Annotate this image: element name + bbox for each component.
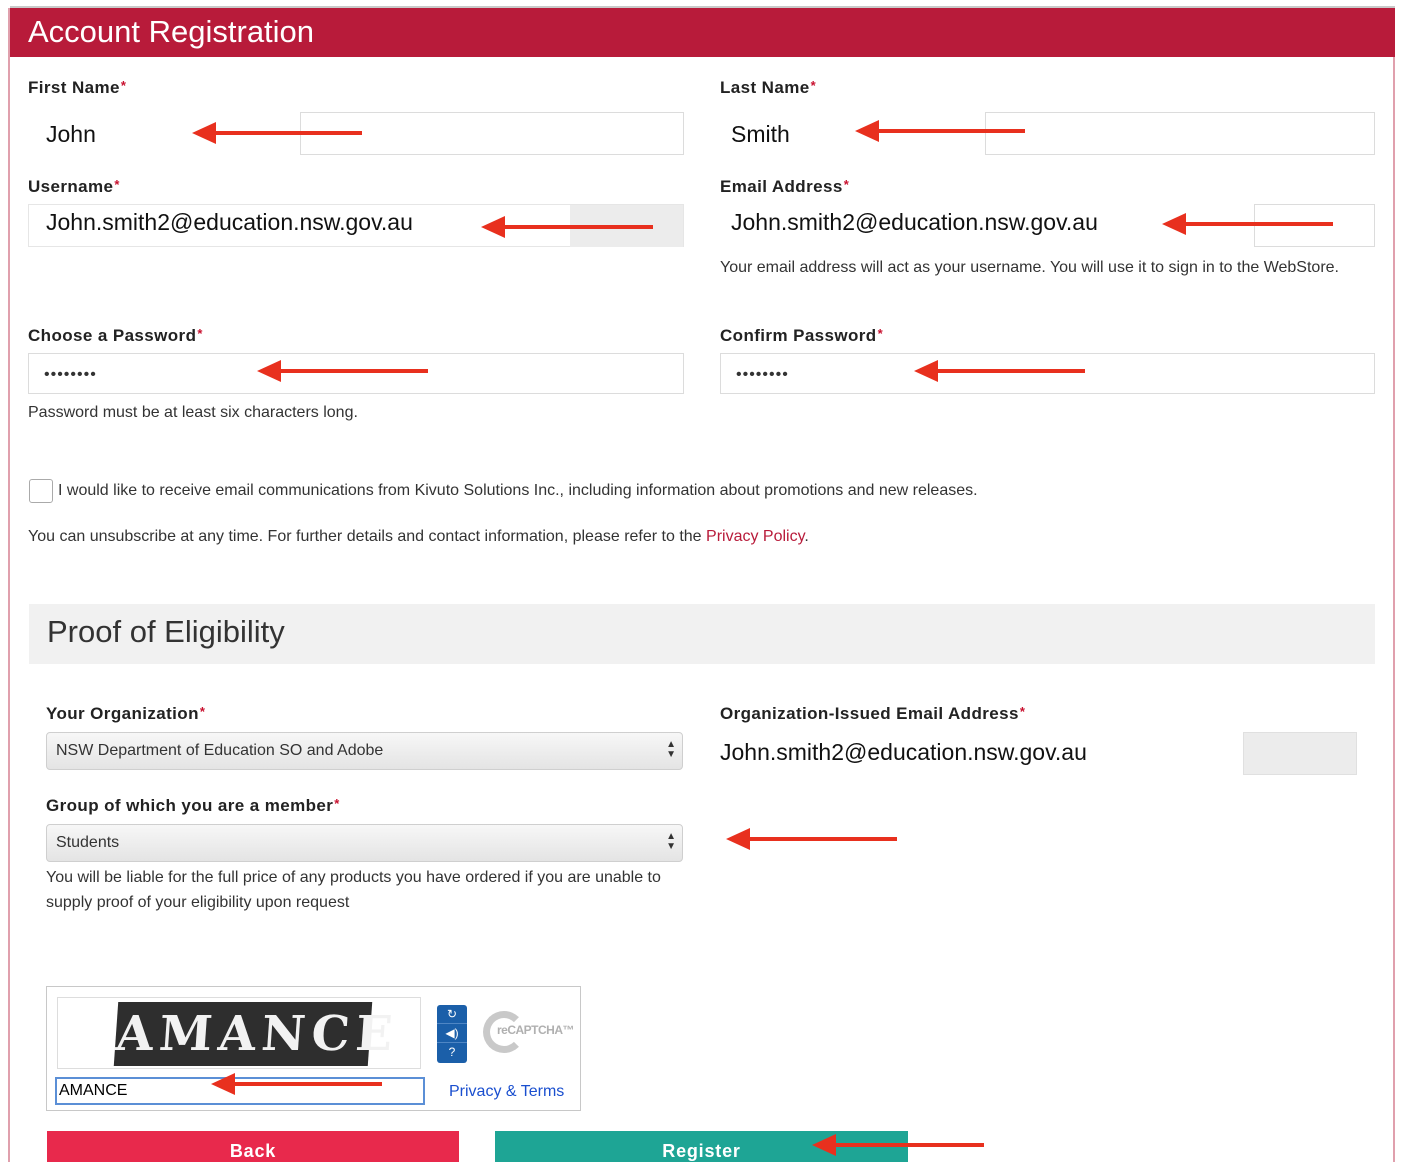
annotation-arrow <box>726 827 897 851</box>
email-input[interactable]: John.smith2@education.nsw.gov.au <box>731 209 1098 236</box>
annotation-arrow <box>257 359 428 383</box>
annotation-arrow <box>192 121 362 145</box>
annotation-arrow <box>812 1133 984 1157</box>
group-select[interactable]: Students ▲ ▼ <box>46 824 683 862</box>
group-label: Group of which you are a member* <box>46 796 340 815</box>
required-marker: * <box>197 326 203 341</box>
required-marker: * <box>1019 704 1026 719</box>
first-name-label: First Name* <box>28 78 127 97</box>
captcha-privacy-terms-link[interactable]: Privacy & Terms <box>449 1083 564 1101</box>
organization-select[interactable]: NSW Department of Education SO and Adobe… <box>46 732 683 770</box>
annotation-arrow <box>1162 212 1333 236</box>
required-marker: * <box>877 326 884 341</box>
required-marker: * <box>199 704 206 719</box>
org-email-readonly-shade <box>1243 732 1357 775</box>
select-chevron-icon: ▲ ▼ <box>666 831 676 852</box>
help-icon[interactable]: ? <box>437 1043 467 1062</box>
captcha-image: AMANCE <box>57 997 421 1069</box>
back-button[interactable]: Back <box>47 1131 459 1162</box>
last-name-input[interactable]: Smith <box>731 121 790 148</box>
last-name-field-frame <box>985 112 1375 155</box>
annotation-arrow <box>855 119 1025 143</box>
confirm-password-label: Confirm Password* <box>720 326 884 345</box>
captcha-controls: ↻ ◀) ? <box>437 1005 467 1063</box>
first-name-input[interactable]: John <box>46 121 96 148</box>
password-label: Choose a Password* <box>28 326 203 345</box>
username-label: Username* <box>28 177 120 196</box>
org-email-input[interactable]: John.smith2@education.nsw.gov.au <box>720 739 1087 766</box>
annotation-arrow <box>914 359 1085 383</box>
select-chevron-icon: ▲ ▼ <box>666 739 676 760</box>
username-input[interactable]: John.smith2@education.nsw.gov.au <box>46 209 413 236</box>
recaptcha-logo-icon: reCAPTCHA™ <box>483 1009 575 1055</box>
newsletter-checkbox[interactable] <box>29 479 53 503</box>
page-title: Account Registration <box>28 14 315 49</box>
last-name-label: Last Name* <box>720 78 817 97</box>
email-help-text: Your email address will act as your user… <box>720 259 1339 276</box>
password-mask: •••••••• <box>44 366 97 383</box>
required-marker: * <box>843 177 850 192</box>
eligibility-section-header: Proof of Eligibility <box>29 604 1375 664</box>
annotation-arrow <box>211 1072 382 1096</box>
eligibility-title: Proof of Eligibility <box>47 614 285 649</box>
confirm-password-mask: •••••••• <box>736 366 789 383</box>
required-marker: * <box>114 177 120 192</box>
unsubscribe-note: You can unsubscribe at any time. For fur… <box>28 528 809 545</box>
password-help-text: Password must be at least six characters… <box>28 404 358 421</box>
required-marker: * <box>334 796 340 811</box>
newsletter-label: I would like to receive email communicat… <box>58 482 978 499</box>
org-email-label: Organization-Issued Email Address* <box>720 704 1026 723</box>
privacy-policy-link[interactable]: Privacy Policy <box>706 528 804 545</box>
required-marker: * <box>120 78 127 93</box>
audio-icon[interactable]: ◀) <box>437 1024 467 1043</box>
organization-label: Your Organization* <box>46 704 206 723</box>
annotation-arrow <box>481 215 653 239</box>
refresh-icon[interactable]: ↻ <box>437 1005 467 1024</box>
group-help-text: You will be liable for the full price of… <box>46 869 661 911</box>
captcha-challenge-text: AMANCE <box>113 1002 400 1066</box>
title-bar: Account Registration <box>10 8 1395 57</box>
required-marker: * <box>810 78 817 93</box>
email-label: Email Address* <box>720 177 850 196</box>
